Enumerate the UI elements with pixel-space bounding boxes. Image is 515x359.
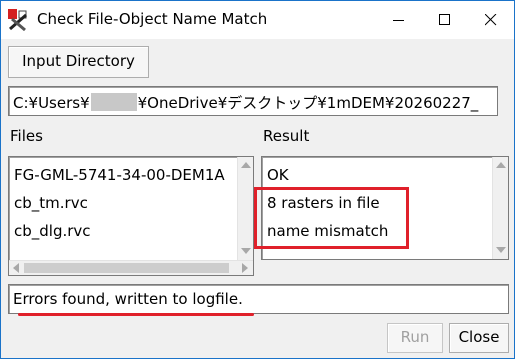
minimize-button[interactable] — [376, 1, 422, 39]
maximize-icon — [439, 14, 450, 25]
result-label: Result — [263, 127, 310, 145]
directory-path-text: C:¥Users¥ ¥OneDrive¥デスクトップ¥1mDEM¥20260227… — [13, 93, 479, 112]
input-directory-button[interactable]: Input Directory — [8, 46, 149, 78]
close-icon — [485, 14, 497, 26]
files-horizontal-scrollbar[interactable] — [9, 260, 253, 275]
window-title: Check File-Object Name Match — [37, 10, 268, 28]
scroll-left-icon[interactable] — [13, 263, 19, 273]
annotation-box — [254, 187, 409, 249]
close-window-button[interactable] — [468, 1, 514, 39]
status-field: Errors found, written to logfile. — [8, 284, 509, 314]
annotation-underline — [18, 313, 254, 316]
files-list[interactable]: FG-GML-5741-34-00-DEM1A cb_tm.rvc cb_dlg… — [8, 156, 254, 276]
scroll-up-icon[interactable] — [496, 162, 506, 168]
run-button[interactable]: Run — [387, 323, 443, 353]
scroll-right-icon[interactable] — [242, 263, 248, 273]
status-message: Errors found, written to logfile. — [13, 290, 243, 308]
scroll-down-icon[interactable] — [496, 247, 506, 253]
list-item[interactable]: cb_dlg.rvc — [14, 222, 91, 240]
close-button[interactable]: Close — [449, 323, 509, 353]
title-bar[interactable]: Check File-Object Name Match — [1, 1, 514, 39]
app-logo-icon — [8, 9, 28, 32]
files-vertical-scrollbar[interactable] — [237, 157, 253, 260]
files-label: Files — [10, 127, 43, 145]
redacted-username — [90, 93, 137, 111]
scroll-up-icon[interactable] — [241, 162, 251, 168]
list-item[interactable]: cb_tm.rvc — [14, 194, 88, 212]
horizontal-scroll-thumb[interactable] — [24, 263, 229, 273]
list-item[interactable]: OK — [267, 166, 289, 184]
directory-path-field[interactable]: C:¥Users¥ ¥OneDrive¥デスクトップ¥1mDEM¥20260227… — [8, 86, 498, 116]
app-window: Check File-Object Name Match Input Direc… — [0, 0, 515, 359]
result-vertical-scrollbar[interactable] — [492, 157, 508, 259]
maximize-button[interactable] — [422, 1, 468, 39]
scroll-down-icon[interactable] — [241, 248, 251, 254]
list-item[interactable]: FG-GML-5741-34-00-DEM1A — [14, 166, 225, 184]
minimize-icon — [393, 20, 404, 21]
